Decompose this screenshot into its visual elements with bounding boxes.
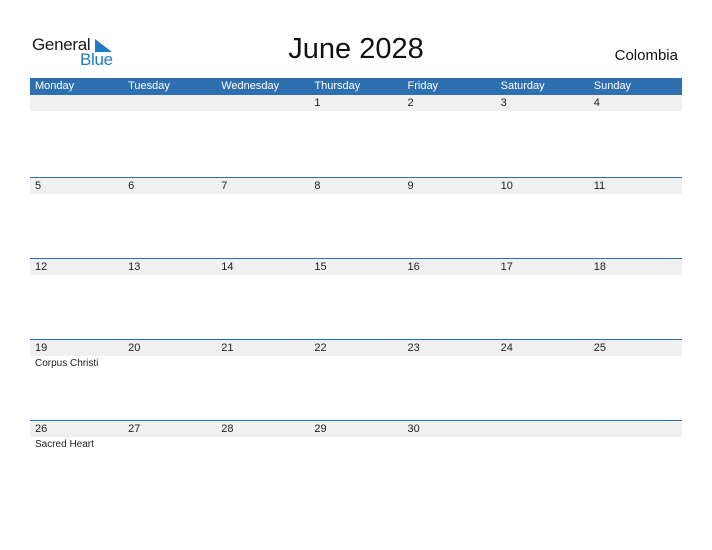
week-row: 1 2 3 4 [30,95,682,177]
day-number: 29 [314,423,327,435]
day-number: 5 [35,180,42,192]
week-row: 26 27 28 29 30 Sacred Heart [30,420,682,501]
holiday-label [309,356,402,369]
holiday-label [403,111,496,113]
holiday-notes: Corpus Christi [30,356,682,369]
holiday-label [216,111,309,113]
weekday-monday: Monday [35,80,75,92]
holiday-label [589,275,682,277]
day-number: 23 [407,342,420,354]
holiday-label [403,437,496,450]
date-band: 5 6 7 8 9 10 11 [30,178,682,194]
holiday-label [216,437,309,450]
holiday-label [216,275,309,277]
day-number: 22 [314,342,327,354]
day-number: 4 [593,97,600,109]
holiday-notes [30,275,682,277]
day-number: 26 [35,423,48,435]
holiday-label [496,356,589,369]
holiday-label [403,356,496,369]
holiday-label [496,275,589,277]
holiday-label [30,275,123,277]
holiday-label [589,111,682,113]
holiday-label [496,437,589,450]
day-number [123,95,216,111]
day-number: 7 [221,180,228,192]
week-row: 19 20 21 22 23 24 25 Corpus Christi [30,339,682,420]
holiday-label: Corpus Christi [35,358,99,369]
weekday-friday: Friday [407,80,439,92]
week-row: 5 6 7 8 9 10 11 [30,177,682,258]
day-number: 10 [500,180,513,192]
holiday-label [30,194,123,196]
day-number: 6 [128,180,135,192]
holiday-label [123,111,216,113]
holiday-label [309,275,402,277]
day-number: 8 [314,180,321,192]
calendar-grid: Monday Tuesday Wednesday Thursday Friday… [30,78,682,501]
date-band: 12 13 14 15 16 17 18 [30,259,682,275]
holiday-label [589,437,682,450]
holiday-label [309,194,402,196]
day-number: 14 [221,261,234,273]
holiday-label [496,111,589,113]
holiday-label [30,111,123,113]
day-number: 25 [593,342,606,354]
day-number: 3 [500,97,507,109]
weekday-tuesday: Tuesday [128,80,170,92]
weekday-saturday: Saturday [500,80,545,92]
country-label: Colombia [614,47,678,64]
day-number: 9 [407,180,414,192]
day-number: 24 [500,342,513,354]
day-number: 19 [35,342,48,354]
holiday-label [403,275,496,277]
day-number: 2 [407,97,414,109]
day-number: 16 [407,261,420,273]
holiday-label [403,194,496,196]
holiday-notes [30,194,682,196]
day-number: 20 [128,342,141,354]
holiday-label [589,356,682,369]
weekday-sunday: Sunday [593,80,632,92]
holiday-label: Sacred Heart [35,439,94,450]
date-band: 1 2 3 4 [30,95,682,111]
holiday-notes: Sacred Heart [30,437,682,450]
date-band: 26 27 28 29 30 [30,421,682,437]
day-number: 1 [314,97,321,109]
holiday-label [123,275,216,277]
day-number: 12 [35,261,48,273]
page-title: June 2028 [288,33,424,65]
date-band: 19 20 21 22 23 24 25 [30,340,682,356]
week-row: 12 13 14 15 16 17 18 [30,258,682,339]
day-number: 28 [221,423,234,435]
weekday-thursday: Thursday [314,80,361,92]
holiday-label [496,194,589,196]
holiday-label [123,194,216,196]
day-number: 27 [128,423,141,435]
weekday-header: Monday Tuesday Wednesday Thursday Friday… [30,78,682,95]
day-number [216,95,309,111]
day-number: 30 [407,423,420,435]
holiday-label [309,111,402,113]
holiday-label [216,356,309,369]
day-number [496,421,589,437]
holiday-label [589,194,682,196]
holiday-label [216,194,309,196]
day-number: 11 [593,180,606,192]
holiday-label [309,437,402,450]
day-number: 13 [128,261,141,273]
day-number: 15 [314,261,327,273]
day-number [30,95,123,111]
day-number: 21 [221,342,234,354]
holiday-label [123,437,216,450]
holiday-notes [30,111,682,113]
holiday-label [123,356,216,369]
day-number: 18 [593,261,606,273]
weekday-wednesday: Wednesday [221,80,280,92]
day-number: 17 [500,261,513,273]
day-number [589,421,682,437]
